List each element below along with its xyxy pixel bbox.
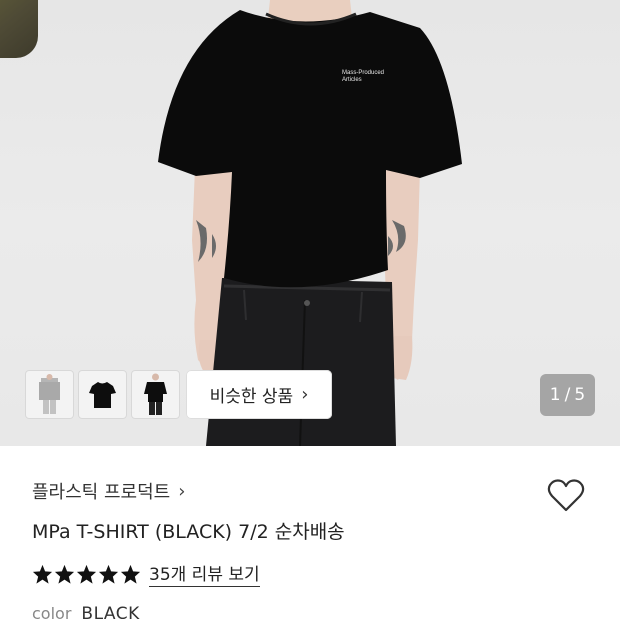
star-icon [98,564,119,584]
product-image[interactable]: Mass-Produced Articles 비슷한 상품 › 1 / 5 [0,0,620,446]
star-icon [32,564,53,584]
brand-name: 플라스틱 프로덕트 [32,482,171,503]
thumbnail-grey-set[interactable] [25,370,74,419]
thumbnail-black-shirt[interactable] [78,370,127,419]
star-rating [32,564,141,584]
pager-separator: / [564,385,571,405]
star-icon [54,564,75,584]
image-pager: 1 / 5 [540,374,595,416]
color-label: color [32,604,72,623]
shirt-print-line-2: Articles [342,77,362,83]
color-value: BLACK [81,604,140,624]
color-option: color BLACK [32,604,140,624]
similar-products-label: 비슷한 상품 [209,387,294,407]
similar-products-button[interactable]: 비슷한 상품 › [186,370,332,419]
rating-row: 35개 리뷰 보기 [32,560,260,587]
shirt-print: Mass-Produced Articles [342,70,384,84]
thumbnail-strip [25,370,180,419]
thumbnail-black-model[interactable] [131,370,180,419]
heart-icon[interactable] [546,478,586,514]
chevron-right-icon: › [301,384,309,405]
reviews-link[interactable]: 35개 리뷰 보기 [149,560,260,587]
pager-total: 5 [574,385,586,405]
pager-current: 1 [549,385,561,405]
product-title: MPa T-SHIRT (BLACK) 7/2 순차배송 [32,521,345,543]
shirt-print-line-1: Mass-Produced [342,70,385,76]
star-icon [120,564,141,584]
chevron-right-icon: › [178,480,186,502]
star-icon [76,564,97,584]
brand-link[interactable]: 플라스틱 프로덕트 › [32,478,185,504]
